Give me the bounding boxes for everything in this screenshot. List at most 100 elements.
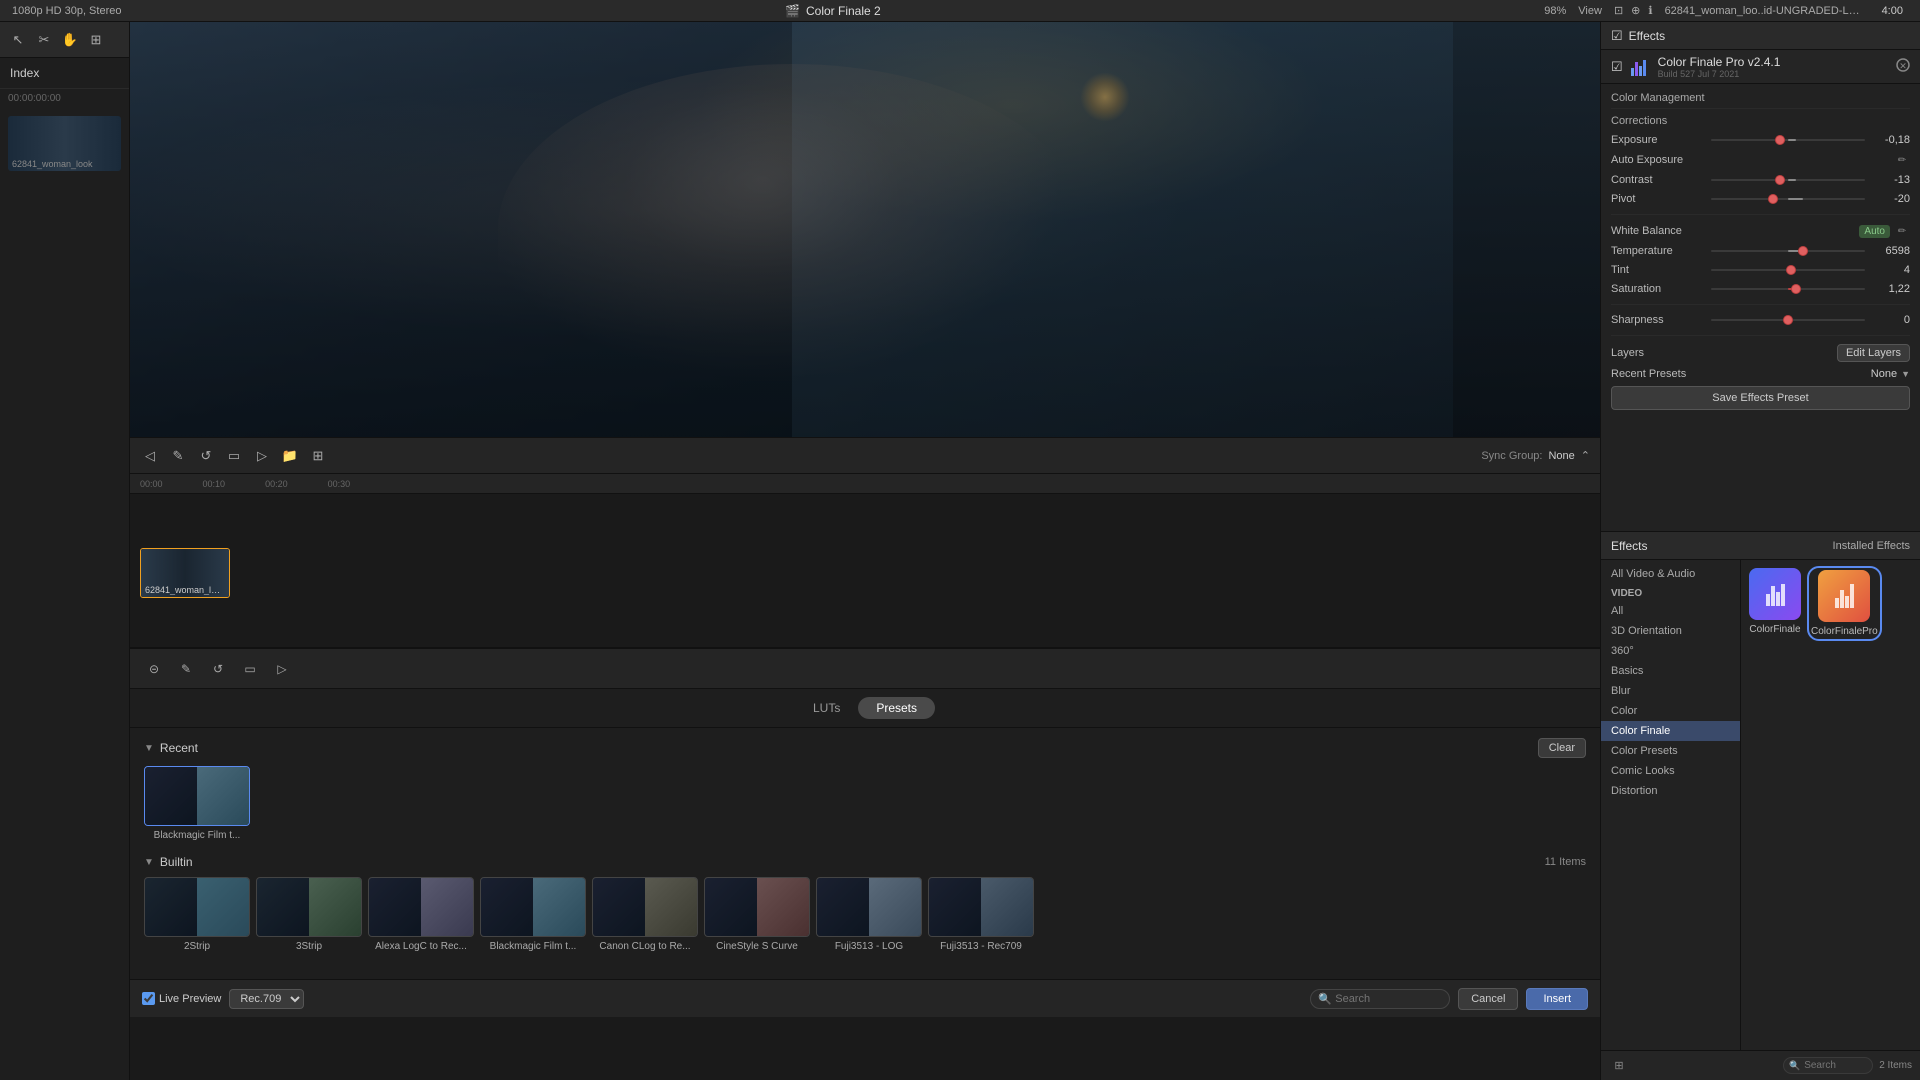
ie-cat-distortion[interactable]: Distortion — [1601, 781, 1740, 801]
tool-blade[interactable]: ✂ — [34, 30, 54, 50]
app-icon: 🎬 — [785, 4, 800, 18]
tab-presets[interactable]: Presets — [858, 697, 935, 719]
builtin-preset-0[interactable]: 2Strip — [144, 877, 250, 952]
tl-icon-2[interactable]: ✎ — [168, 446, 188, 466]
tl-icon-7[interactable]: ⊞ — [308, 446, 328, 466]
ie-cat-color-presets[interactable]: Color Presets — [1601, 741, 1740, 761]
left-toolbar: ↖ ✂ ✋ ⊞ — [0, 22, 129, 58]
cancel-button[interactable]: Cancel — [1458, 988, 1518, 1010]
tab-luts[interactable]: LUTs — [795, 697, 858, 719]
none-dropdown[interactable]: None ▼ — [1871, 368, 1910, 380]
timecode: 4:00 — [1877, 4, 1908, 18]
tint-slider[interactable] — [1711, 263, 1865, 277]
view-btn[interactable]: View — [1578, 5, 1602, 17]
top-bar-right: 98% View ⊡ ⊕ ℹ 62841_woman_loo..id-UNGRA… — [1544, 4, 1908, 18]
builtin-preset-name-1: 3Strip — [296, 941, 322, 952]
builtin-preset-name-2: Alexa LogC to Rec... — [375, 941, 467, 952]
temperature-label: Temperature — [1611, 245, 1711, 257]
plugin-settings-icon[interactable]: ✕ — [1896, 58, 1910, 75]
builtin-preset-1[interactable]: 3Strip — [256, 877, 362, 952]
info-icon[interactable]: ℹ — [1648, 4, 1652, 17]
timeline-content: 00:0000:1000:2000:30 62841_woman_look — [130, 474, 1600, 647]
exposure-slider[interactable] — [1711, 133, 1865, 147]
presets-tb-3[interactable]: ↺ — [206, 657, 230, 681]
ie-plugin-0[interactable]: ColorFinale — [1749, 568, 1801, 639]
rec-select[interactable]: Rec.709 — [229, 989, 304, 1009]
builtin-preset-2[interactable]: Alexa LogC to Rec... — [368, 877, 474, 952]
builtin-preset-4[interactable]: Canon CLog to Re... — [592, 877, 698, 952]
save-effects-preset-button[interactable]: Save Effects Preset — [1611, 386, 1910, 410]
temperature-slider[interactable] — [1711, 244, 1865, 258]
plugin-build-label: Build 527 Jul 7 2021 — [1658, 69, 1781, 79]
app-title-area: 🎬 Color Finale 2 — [785, 4, 881, 18]
ie-cat-color[interactable]: Color — [1601, 701, 1740, 721]
ie-cat-3d[interactable]: 3D Orientation — [1601, 621, 1740, 641]
clear-button[interactable]: Clear — [1538, 738, 1586, 758]
zoom-level[interactable]: 98% — [1544, 5, 1566, 17]
ie-cat-all[interactable]: All — [1601, 601, 1740, 621]
correction-temperature: Temperature 6598 — [1611, 244, 1910, 258]
builtin-preset-5[interactable]: CineStyle S Curve — [704, 877, 810, 952]
correction-contrast: Contrast -13 — [1611, 173, 1910, 187]
ie-cat-basics[interactable]: Basics — [1601, 661, 1740, 681]
ie-plugin-1[interactable]: ColorFinalePro — [1809, 568, 1880, 639]
auto-badge[interactable]: Auto — [1859, 225, 1890, 238]
effects-check-icon[interactable]: ☑ — [1611, 28, 1623, 44]
builtin-preset-thumb-7 — [928, 877, 1034, 937]
auto-exposure-edit[interactable]: ✏ — [1894, 152, 1910, 168]
ie-plugin-icon-0 — [1749, 568, 1801, 620]
tool-hand[interactable]: ✋ — [60, 30, 80, 50]
recent-title: ▼ Recent — [144, 741, 198, 755]
tl-icon-1[interactable]: ◁ — [140, 446, 160, 466]
people-icon[interactable]: ⊕ — [1631, 4, 1640, 17]
ie-cat-360[interactable]: 360° — [1601, 641, 1740, 661]
live-preview-check[interactable]: Live Preview — [142, 992, 221, 1005]
builtin-preset-6[interactable]: Fuji3513 - LOG — [816, 877, 922, 952]
resolution-label: 1080p HD 30p, Stereo — [12, 5, 121, 17]
presets-tb-2[interactable]: ✎ — [174, 657, 198, 681]
correction-pivot: Pivot -20 — [1611, 192, 1910, 206]
tl-icon-4[interactable]: ▭ — [224, 446, 244, 466]
tool-arrow[interactable]: ↖ — [8, 30, 28, 50]
presets-tb-4[interactable]: ▭ — [238, 657, 262, 681]
ie-cat-color-finale[interactable]: Color Finale — [1601, 721, 1740, 741]
ie-cat-video-heading: VIDEO — [1601, 584, 1740, 601]
builtin-preset-7[interactable]: Fuji3513 - Rec709 — [928, 877, 1034, 952]
app-title: Color Finale 2 — [806, 4, 881, 18]
ie-cat-blur[interactable]: Blur — [1601, 681, 1740, 701]
presets-tb-1[interactable]: ⊝ — [142, 657, 166, 681]
presets-tb-5[interactable]: ▷ — [270, 657, 294, 681]
builtin-grid: 2Strip 3Strip Alexa LogC to Rec... Black… — [144, 877, 1586, 952]
tl-expand-icon[interactable]: ⌃ — [1581, 449, 1590, 462]
tl-icon-5[interactable]: ▷ — [252, 446, 272, 466]
live-preview-checkbox[interactable] — [142, 992, 155, 1005]
saturation-slider[interactable] — [1711, 282, 1865, 296]
builtin-preset-name-4: Canon CLog to Re... — [599, 941, 690, 952]
wb-row: White Balance Auto ✏ — [1611, 223, 1910, 239]
plugin-check-icon[interactable]: ☑ — [1611, 59, 1623, 75]
builtin-preset-thumb-4 — [592, 877, 698, 937]
timeline-clip-0[interactable]: 62841_woman_look — [140, 548, 230, 598]
recent-chevron[interactable]: ▼ — [144, 743, 154, 754]
correction-tint: Tint 4 — [1611, 263, 1910, 277]
timecode-display: 00:00:00:00 — [0, 89, 129, 108]
share-icon[interactable]: ⊡ — [1614, 4, 1623, 17]
sharpness-slider[interactable] — [1711, 313, 1865, 327]
insert-button[interactable]: Insert — [1526, 988, 1588, 1010]
builtin-preset-3[interactable]: Blackmagic Film t... — [480, 877, 586, 952]
top-bar-icons: ⊡ ⊕ ℹ — [1614, 4, 1653, 17]
ie-footer-grid-icon[interactable]: ⊞ — [1609, 1056, 1629, 1076]
edit-layers-button[interactable]: Edit Layers — [1837, 344, 1910, 362]
contrast-slider[interactable] — [1711, 173, 1865, 187]
tool-zoom[interactable]: ⊞ — [86, 30, 106, 50]
timeline-clips-row: 62841_woman_look — [140, 548, 230, 598]
builtin-chevron[interactable]: ▼ — [144, 857, 154, 868]
ie-cat-comic-looks[interactable]: Comic Looks — [1601, 761, 1740, 781]
tl-icon-6[interactable]: 📁 — [280, 446, 300, 466]
recent-preset-0[interactable]: Blackmagic Film t... — [144, 766, 250, 841]
ie-cat-all-video[interactable]: All Video & Audio — [1601, 564, 1740, 584]
tl-icon-3[interactable]: ↺ — [196, 446, 216, 466]
pivot-slider[interactable] — [1711, 192, 1865, 206]
recent-preset-name-0: Blackmagic Film t... — [154, 830, 241, 841]
wb-edit[interactable]: ✏ — [1894, 223, 1910, 239]
